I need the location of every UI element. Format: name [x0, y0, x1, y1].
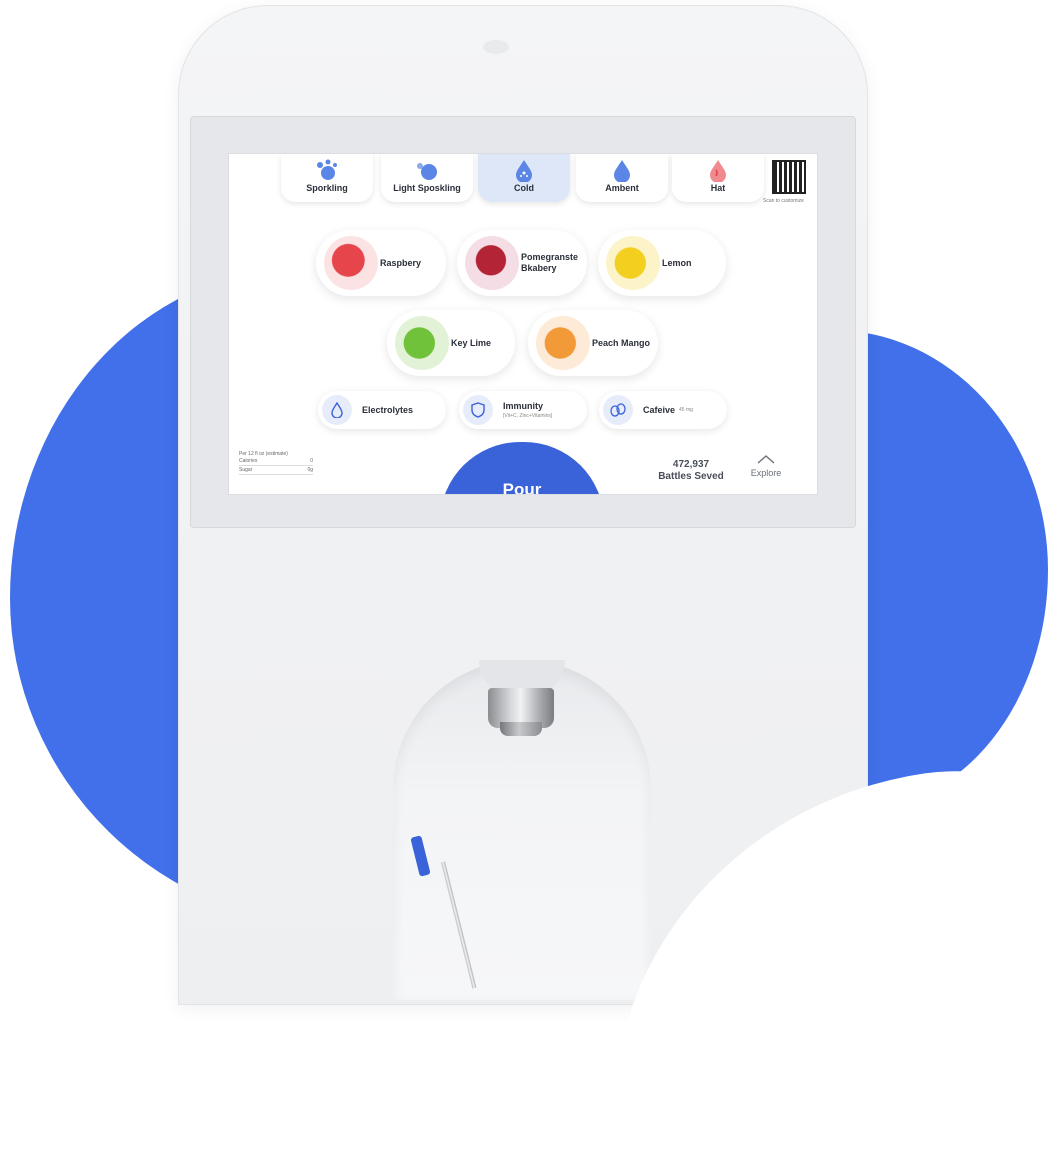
- temp-option-hot[interactable]: Hat: [672, 154, 764, 202]
- flavor-lemon[interactable]: Lemon: [598, 230, 726, 296]
- explore-button[interactable]: Explore: [741, 452, 791, 478]
- flavor-label: Pomegranste Bkabery: [521, 230, 578, 296]
- temp-label: Sporkling: [306, 183, 348, 193]
- pour-button[interactable]: Pour: [440, 442, 604, 494]
- boost-sublabel: 45 mg: [679, 407, 693, 413]
- explore-label: Explore: [750, 468, 782, 478]
- touch-screen: Sporkling Light Sposkling Cold Ambent Ha…: [228, 153, 818, 495]
- boost-label: Cafeive: [643, 405, 676, 415]
- qr-code[interactable]: [772, 160, 806, 194]
- flavor-key-lime[interactable]: Key Lime: [387, 310, 515, 376]
- nutrition-info: Per 12 fl oz (estimate) Calories 0 Sugar 0…: [239, 451, 313, 475]
- lime-icon: [395, 316, 449, 370]
- cold-drop-icon: [516, 160, 532, 182]
- peach-mango-icon: [536, 316, 590, 370]
- nutrition-row-label: Sugar: [239, 467, 253, 473]
- pomegranate-icon: [465, 236, 519, 290]
- nozzle-tip: [500, 722, 542, 736]
- boost-label: Immunity: [503, 401, 544, 411]
- flavor-label: Lemon: [662, 257, 692, 268]
- chevron-up-icon: [757, 455, 775, 464]
- light-bubbles-icon: [417, 163, 437, 180]
- boost-sublabel: [Vit+C, Zinc+Vitamins]: [503, 413, 553, 419]
- bottles-saved-counter: 472,937 Battles Seved: [641, 459, 741, 483]
- boost-immunity[interactable]: Immunity [Vit+C, Zinc+Vitamins]: [459, 391, 587, 429]
- lemon-icon: [606, 236, 660, 290]
- flavor-label: Peach Mango: [592, 337, 651, 348]
- flavor-peach-mango[interactable]: Peach Mango: [528, 310, 658, 376]
- temp-label: Cold: [514, 183, 534, 193]
- bubbles-icon: [317, 159, 337, 180]
- bottles-count: 472,937: [672, 459, 710, 470]
- boost-label: Electrolytes: [362, 405, 414, 415]
- nutrition-row: Calories 0: [239, 457, 313, 466]
- temp-label: Light Sposkling: [393, 183, 461, 193]
- flavor-label-line1: Pomegranste: [521, 252, 579, 262]
- coffee-bean-icon: [603, 395, 633, 425]
- shield-icon: [463, 395, 493, 425]
- flavor-label-line2: Bkabery: [521, 263, 557, 273]
- camera-sensor: [483, 40, 509, 54]
- hot-drop-icon: [710, 160, 726, 182]
- temp-option-sparkling[interactable]: Sporkling: [281, 154, 373, 202]
- nutrition-row-label: Calories: [239, 458, 258, 464]
- qr-caption: Scan to customize: [763, 198, 804, 204]
- flavor-raspberry[interactable]: Raspbery: [316, 230, 446, 296]
- temp-label: Hat: [710, 183, 726, 193]
- temp-option-light-sparkling[interactable]: Light Sposkling: [381, 154, 473, 202]
- flavor-label: Raspbery: [380, 257, 422, 268]
- raspberry-icon: [324, 236, 378, 290]
- electrolyte-drop-icon: [322, 395, 352, 425]
- flavor-label: Key Lime: [451, 337, 492, 348]
- temp-option-cold[interactable]: Cold: [478, 154, 570, 202]
- nutrition-row-value: 0: [310, 458, 313, 464]
- nutrition-row: Sugar 0g: [239, 466, 313, 475]
- bottles-label: Battles Seved: [658, 471, 724, 482]
- boost-caffeine[interactable]: Cafeive 45 mg: [599, 391, 727, 429]
- flavor-pomegranate-blueberry[interactable]: Pomegranste Bkabery: [457, 230, 587, 296]
- temp-label: Ambent: [605, 183, 639, 193]
- boost-electrolytes[interactable]: Electrolytes: [318, 391, 446, 429]
- drop-icon: [614, 160, 630, 182]
- nutrition-row-value: 0g: [307, 467, 313, 473]
- temp-option-ambient[interactable]: Ambent: [576, 154, 668, 202]
